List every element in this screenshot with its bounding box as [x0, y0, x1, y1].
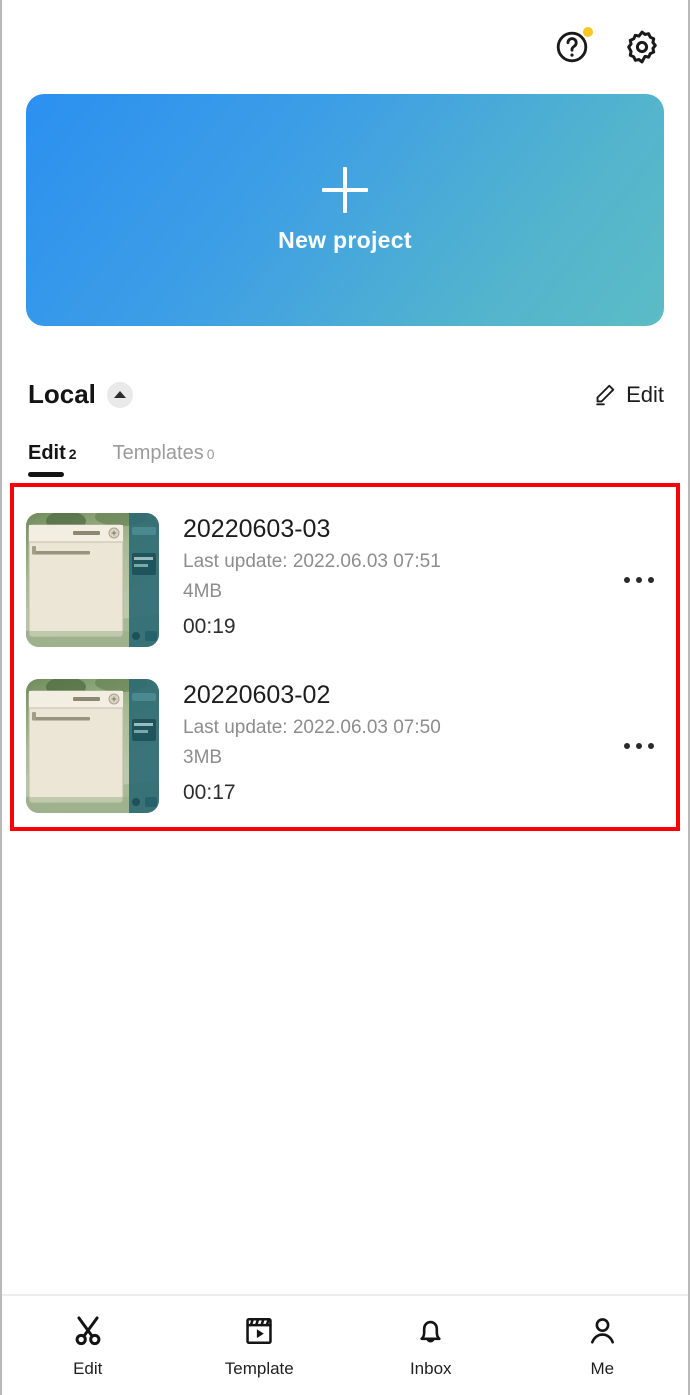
- nav-item-template-label: Template: [224, 1359, 294, 1378]
- edit-projects-label: Edit: [626, 381, 664, 407]
- more-dot: [648, 743, 654, 749]
- nav-item-edit[interactable]: Edit: [2, 1312, 174, 1379]
- local-section-header: Local Edit: [2, 379, 688, 410]
- clapperboard-icon: [243, 1312, 275, 1350]
- nav-item-template[interactable]: Template: [174, 1312, 346, 1379]
- help-notification-dot: [583, 27, 593, 37]
- table-row[interactable]: 20220603-02 Last update: 2022.06.03 07:5…: [2, 663, 688, 829]
- help-button[interactable]: [550, 25, 594, 69]
- project-last-update: Last update: 2022.06.03 07:51: [183, 550, 441, 572]
- tab-edit[interactable]: Edit 2: [28, 442, 77, 477]
- project-size: 4MB: [183, 581, 223, 603]
- more-dot: [636, 577, 642, 583]
- more-dot: [624, 743, 630, 749]
- app-root: New project Local Edit Edit 2 Templates …: [0, 0, 690, 1395]
- nav-item-edit-label: Edit: [73, 1359, 103, 1378]
- tab-templates-label: Templates: [112, 442, 204, 464]
- local-title-group: Local: [28, 379, 133, 410]
- pencil-icon: [596, 384, 615, 406]
- table-row[interactable]: 20220603-03 Last update: 2022.06.03 07:5…: [2, 497, 688, 663]
- more-dot: [648, 577, 654, 583]
- project-title: 20220603-03: [183, 514, 331, 543]
- project-list-region: 20220603-03 Last update: 2022.06.03 07:5…: [2, 483, 688, 831]
- nav-item-inbox[interactable]: Inbox: [345, 1312, 517, 1379]
- new-project-button[interactable]: New project: [26, 94, 664, 326]
- edit-projects-button[interactable]: Edit: [592, 382, 664, 408]
- project-duration: 00:17: [183, 781, 236, 805]
- more-dot: [624, 577, 630, 583]
- new-project-section: New project: [2, 94, 688, 326]
- project-meta: 20220603-03 Last update: 2022.06.03 07:5…: [159, 513, 612, 647]
- page-title: Local: [28, 379, 96, 409]
- top-header: [2, 0, 688, 94]
- local-tabs: Edit 2 Templates 0: [2, 442, 688, 477]
- project-title: 20220603-02: [183, 680, 331, 709]
- project-thumbnail: [26, 679, 159, 813]
- project-meta: 20220603-02 Last update: 2022.06.03 07:5…: [159, 679, 612, 813]
- bottom-navigation: Edit Template Inbox Me: [2, 1294, 688, 1395]
- nav-item-me[interactable]: Me: [517, 1312, 689, 1379]
- project-list: 20220603-03 Last update: 2022.06.03 07:5…: [2, 483, 688, 829]
- project-more-button[interactable]: [612, 719, 666, 773]
- tab-edit-label: Edit: [28, 442, 66, 464]
- project-thumbnail: [26, 513, 159, 647]
- project-duration: 00:19: [183, 615, 236, 639]
- tab-templates[interactable]: Templates 0: [113, 442, 215, 477]
- chevron-up-icon[interactable]: [106, 381, 133, 408]
- settings-button[interactable]: [620, 25, 664, 69]
- project-size: 3MB: [183, 747, 223, 769]
- plus-icon: [322, 166, 368, 213]
- nav-item-inbox-label: Inbox: [409, 1359, 452, 1378]
- new-project-label: New project: [278, 226, 412, 253]
- person-icon: [586, 1312, 619, 1350]
- project-more-button[interactable]: [612, 553, 666, 607]
- tab-edit-count: 2: [68, 446, 77, 462]
- project-last-update: Last update: 2022.06.03 07:50: [183, 716, 441, 738]
- chevron-up-glyph: [113, 391, 126, 398]
- tab-templates-count: 0: [206, 446, 215, 462]
- scissors-icon: [71, 1312, 105, 1350]
- bell-icon: [414, 1312, 447, 1350]
- more-dot: [636, 743, 642, 749]
- nav-item-me-label: Me: [590, 1359, 615, 1378]
